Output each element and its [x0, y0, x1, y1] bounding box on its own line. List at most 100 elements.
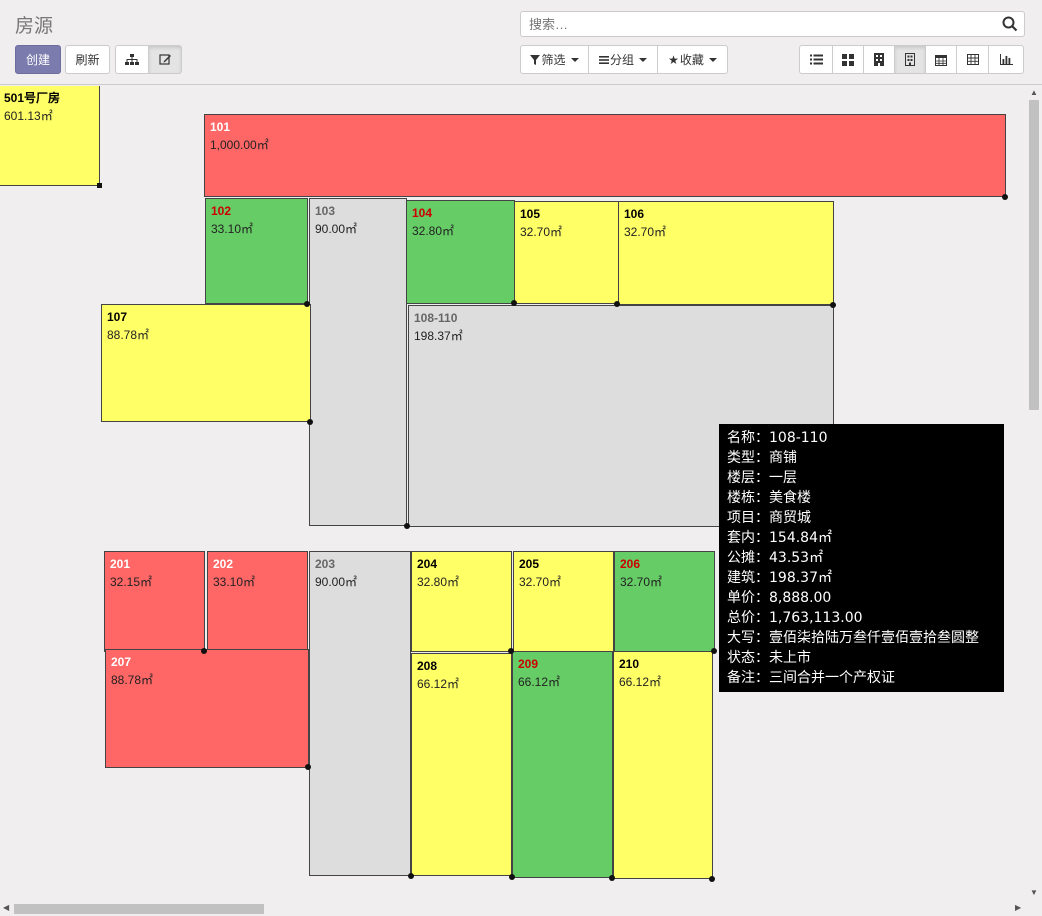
room-area: 88.78㎡	[107, 328, 150, 342]
room-area: 32.70㎡	[624, 225, 667, 239]
room-210[interactable]: 210 66.12㎡	[613, 651, 713, 879]
room-105[interactable]: 105 32.70㎡	[514, 201, 619, 304]
scroll-down-arrow-icon[interactable]: ▼	[1030, 889, 1038, 897]
resize-handle[interactable]	[614, 301, 620, 307]
resize-handle[interactable]	[830, 302, 836, 308]
tooltip-unit-price: 单价：8,888.00	[727, 590, 832, 606]
building-icon	[874, 53, 884, 66]
tooltip-amount-in-words: 大写：壹佰柒拾陆万叁仟壹佰壹拾叁圆整	[727, 630, 979, 646]
calendar-icon	[935, 54, 947, 66]
graph-view-button[interactable]	[989, 45, 1024, 74]
edit-icon	[158, 54, 171, 65]
tooltip-shared-area: 公摊：43.53㎡	[727, 550, 824, 566]
chevron-down-icon	[708, 57, 717, 62]
room-area: 90.00㎡	[315, 575, 358, 589]
room-area: 32.15㎡	[110, 575, 153, 589]
room-area: 66.12㎡	[619, 675, 662, 689]
room-name: 206	[620, 557, 641, 571]
list-view-button[interactable]	[799, 45, 833, 74]
room-202[interactable]: 202 33.10㎡	[207, 551, 308, 652]
list-view-icon	[809, 54, 823, 65]
room-name: 103	[315, 204, 336, 218]
room-207[interactable]: 207 88.78㎡	[105, 649, 309, 768]
resize-handle[interactable]	[1002, 194, 1008, 200]
resize-handle[interactable]	[509, 874, 515, 880]
room-area: 198.37㎡	[414, 329, 463, 343]
resize-handle[interactable]	[711, 648, 717, 654]
resize-handle[interactable]	[408, 873, 414, 879]
room-101[interactable]: 101 1,000.00㎡	[204, 114, 1006, 197]
hierarchy-icon	[125, 53, 139, 65]
room-name: 204	[417, 557, 438, 571]
tooltip-type: 类型：商铺	[727, 450, 797, 466]
room-area: 66.12㎡	[518, 675, 561, 689]
scroll-right-arrow-icon[interactable]: ▶	[1015, 904, 1021, 912]
room-206[interactable]: 206 32.70㎡	[614, 551, 715, 652]
resize-handle[interactable]	[307, 419, 313, 425]
room-area: 32.70㎡	[519, 575, 562, 589]
room-104[interactable]: 104 32.80㎡	[406, 200, 515, 304]
tooltip-floor: 楼层：一层	[727, 470, 797, 486]
room-208[interactable]: 208 66.12㎡	[411, 653, 512, 876]
table-icon	[966, 54, 979, 65]
create-button[interactable]: 创建	[15, 45, 61, 74]
room-area: 88.78㎡	[111, 673, 154, 687]
room-name: 205	[519, 557, 540, 571]
resize-handle[interactable]	[609, 875, 615, 881]
search-icon[interactable]	[1001, 15, 1019, 33]
room-name: 106	[624, 207, 645, 221]
tooltip-total-price: 总价：1,763,113.00	[727, 610, 863, 626]
horizontal-scrollbar[interactable]: ◀ ▶	[0, 900, 1026, 916]
resize-handle[interactable]	[511, 300, 517, 306]
vertical-scrollbar[interactable]: ▲ ▼	[1026, 86, 1042, 900]
scroll-left-arrow-icon[interactable]: ◀	[3, 904, 9, 912]
room-name: 501号厂房	[4, 91, 61, 105]
room-203[interactable]: 203 90.00㎡	[309, 551, 411, 876]
favorite-label: 收藏	[679, 53, 704, 67]
room-501[interactable]: 501号厂房 601.13㎡	[0, 86, 100, 186]
resize-handle[interactable]	[97, 183, 102, 188]
room-106[interactable]: 106 32.70㎡	[618, 201, 834, 305]
room-107[interactable]: 107 88.78㎡	[101, 304, 311, 422]
room-205[interactable]: 205 32.70㎡	[513, 551, 614, 652]
filter-dropdown[interactable]: 筛选	[520, 45, 589, 74]
room-name: 207	[111, 655, 132, 669]
room-102[interactable]: 102 33.10㎡	[205, 198, 308, 304]
room-area: 32.70㎡	[520, 225, 563, 239]
favorite-dropdown[interactable]: ★ 收藏	[658, 45, 728, 74]
group-dropdown[interactable]: 分组	[589, 45, 658, 74]
horizontal-scroll-thumb[interactable]	[14, 904, 264, 914]
scroll-up-arrow-icon[interactable]: ▲	[1030, 89, 1038, 97]
star-icon: ★	[668, 52, 679, 67]
tooltip-building: 楼栋：美食楼	[727, 490, 811, 506]
resize-handle[interactable]	[305, 764, 311, 770]
refresh-button[interactable]: 刷新	[65, 45, 110, 74]
edit-mode-button[interactable]	[149, 45, 182, 74]
room-204[interactable]: 204 32.80㎡	[411, 551, 512, 652]
pivot-view-button[interactable]	[957, 45, 989, 74]
search-input[interactable]	[527, 16, 1001, 33]
kanban-view-button[interactable]	[833, 45, 864, 74]
search-box[interactable]	[520, 11, 1025, 37]
resize-handle[interactable]	[304, 301, 310, 307]
room-area: 33.10㎡	[213, 575, 256, 589]
room-name: 202	[213, 557, 234, 571]
resize-handle[interactable]	[404, 523, 410, 529]
room-209[interactable]: 209 66.12㎡	[512, 651, 613, 878]
room-area: 32.80㎡	[412, 224, 455, 238]
kanban-icon	[842, 53, 854, 66]
room-info-tooltip: 名称：108-110 类型：商铺 楼层：一层 楼栋：美食楼 项目：商贸城 套内：…	[719, 424, 1004, 692]
resize-handle[interactable]	[508, 648, 514, 654]
hierarchy-button[interactable]	[115, 45, 149, 74]
room-103[interactable]: 103 90.00㎡	[309, 198, 407, 526]
room-area: 601.13㎡	[4, 109, 53, 123]
list-icon	[598, 55, 609, 64]
building-view-button[interactable]	[864, 45, 895, 74]
vertical-scroll-thumb[interactable]	[1029, 100, 1039, 410]
resize-handle[interactable]	[709, 876, 715, 882]
calendar-view-button[interactable]	[926, 45, 957, 74]
resize-handle[interactable]	[201, 648, 207, 654]
floor-plan-view-button[interactable]	[895, 45, 926, 74]
tooltip-name: 名称：108-110	[727, 430, 828, 446]
room-201[interactable]: 201 32.15㎡	[104, 551, 205, 652]
